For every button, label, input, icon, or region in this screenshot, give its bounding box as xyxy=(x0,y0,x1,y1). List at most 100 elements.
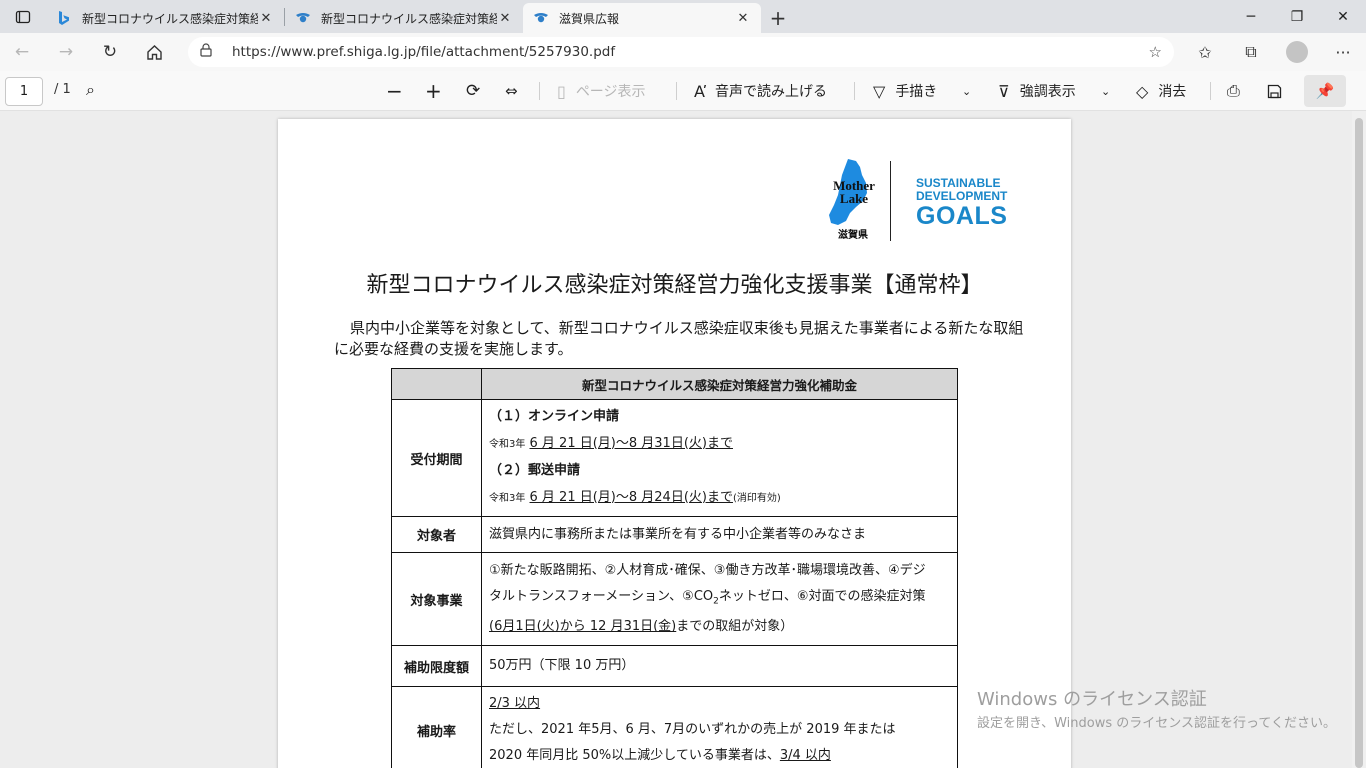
search-icon[interactable]: ⌕ xyxy=(86,80,95,100)
tab-actions-icon[interactable] xyxy=(0,0,46,33)
tab-1[interactable]: 新型コロナウイルス感染症対策経営 ✕ xyxy=(46,3,284,33)
pen-icon: ▽ xyxy=(873,81,886,101)
pdf-page: Mother Lake 滋賀県 SUSTAINABLE DEVELOPMENT … xyxy=(278,119,1071,768)
document-intro: 県内中小企業等を対象として、新型コロナウイルス感染症収束後も見据えた事業者による… xyxy=(334,319,1024,358)
forward-icon[interactable]: → xyxy=(44,33,88,71)
read-aloud-button[interactable]: A̕ 音声で読み上げる xyxy=(694,71,827,111)
bing-icon xyxy=(56,10,72,26)
rate-line1: 2/3 以内 xyxy=(489,696,541,711)
table-row: 補助限度額 50万円（下限 10 万円） xyxy=(391,645,958,687)
draw-options-chevron-icon[interactable]: ⌄ xyxy=(962,71,971,111)
fit-width-icon[interactable]: ⇔ xyxy=(505,71,518,111)
zoom-in-icon[interactable]: + xyxy=(425,71,442,111)
shiga-icon xyxy=(295,10,311,26)
scrollbar-thumb[interactable] xyxy=(1355,118,1363,768)
rate-line3a: 2020 年同月比 50%以上減少している事業者は、 xyxy=(489,748,780,763)
erase-button[interactable]: ◇ 消去 xyxy=(1136,71,1186,111)
add-favorite-icon[interactable]: ☆ xyxy=(1149,43,1162,61)
toolbar-divider xyxy=(854,82,855,100)
online-dates: 6 月 21 日(月)～8 月31日(火)まで xyxy=(529,435,733,451)
print-icon[interactable]: ⎙ xyxy=(1227,71,1240,111)
close-window-icon[interactable]: ✕ xyxy=(1320,0,1366,33)
table-header-title: 新型コロナウイルス感染症対策経営力強化補助金 xyxy=(481,368,958,400)
page-total: / 1 xyxy=(54,82,71,97)
tab-title: 新型コロナウイルス感染症対策経営 xyxy=(82,11,258,26)
back-icon[interactable]: ← xyxy=(0,33,44,71)
row-value-rate: 2/3 以内 ただし、2021 年5月、6 月、7月のいずれかの売上が 2019… xyxy=(481,686,958,768)
tab-title: 新型コロナウイルス感染症対策経営 xyxy=(321,11,497,26)
eraser-icon: ◇ xyxy=(1136,81,1149,101)
avatar[interactable] xyxy=(1286,41,1308,63)
page-number-input[interactable]: 1 xyxy=(5,77,43,106)
tab-bar: 新型コロナウイルス感染症対策経営 ✕ 新型コロナウイルス感染症対策経営 ✕ 滋賀… xyxy=(0,0,1366,33)
logo-pref-name: 滋賀県 xyxy=(838,230,868,241)
toolbar-divider xyxy=(1210,82,1211,100)
rate-line3b: 3/4 以内 xyxy=(779,748,831,763)
zoom-out-icon[interactable]: − xyxy=(386,71,403,111)
rate-line3: 2020 年同月比 50%以上減少している事業者は、3/4 以内 xyxy=(489,743,950,768)
row-value-project: ①新たな販路開拓、②人材育成･確保、③働き方改革･職場環境改善、④デジ タルトラ… xyxy=(481,552,958,646)
pdf-viewer[interactable]: Mother Lake 滋賀県 SUSTAINABLE DEVELOPMENT … xyxy=(0,111,1366,768)
logo-divider xyxy=(890,161,891,241)
highlight-button[interactable]: ⊽ 強調表示 xyxy=(998,71,1076,111)
row-label-target: 対象者 xyxy=(391,516,482,553)
mail-dates: 6 月 21 日(月)～8 月24日(火)まで xyxy=(529,489,733,505)
close-tab-icon[interactable]: ✕ xyxy=(258,10,274,26)
highlight-label: 強調表示 xyxy=(1019,84,1076,100)
close-tab-icon[interactable]: ✕ xyxy=(735,10,751,26)
url-text[interactable]: https://www.pref.shiga.lg.jp/file/attach… xyxy=(232,44,1149,60)
page-view-button[interactable]: ▯ ページ表示 xyxy=(557,71,646,111)
collections-icon[interactable]: ⧉ xyxy=(1228,33,1274,71)
table-row: 対象事業 ①新たな販路開拓、②人材育成･確保、③働き方改革･職場環境改善、④デジ… xyxy=(391,552,958,646)
toolbar-divider xyxy=(539,82,540,100)
save-icon[interactable] xyxy=(1267,71,1282,111)
windows-activation-watermark: Windows のライセンス認証 設定を開き、Windows のライセンス認証を… xyxy=(977,688,1336,731)
rotate-icon[interactable]: ⟳ xyxy=(466,71,480,111)
mother-lake-logo: Mother Lake 滋賀県 xyxy=(826,157,886,241)
restore-icon[interactable]: ❐ xyxy=(1274,0,1320,33)
favorites-icon[interactable]: ✩ xyxy=(1182,33,1228,71)
erase-label: 消去 xyxy=(1158,84,1187,100)
table-header-row: 新型コロナウイルス感染症対策経営力強化補助金 xyxy=(391,368,958,400)
new-tab-icon[interactable]: + xyxy=(761,3,795,33)
watermark-line1: Windows のライセンス認証 xyxy=(977,689,1207,710)
row-value-period: （１）オンライン申請 令和3年 6 月 21 日(月)～8 月31日(火)まで … xyxy=(481,399,958,517)
highlight-options-chevron-icon[interactable]: ⌄ xyxy=(1101,71,1110,111)
window-controls: ─ ❐ ✕ xyxy=(1228,0,1366,33)
row-label-project: 対象事業 xyxy=(391,552,482,646)
browser-toolbar-right: ✩ ⧉ ··· xyxy=(1182,33,1366,71)
draw-button[interactable]: ▽ 手描き xyxy=(873,71,937,111)
project-line2a: タルトランスフォーメーション、⑤CO xyxy=(489,588,714,604)
home-icon[interactable] xyxy=(132,33,176,71)
pin-toolbar-icon[interactable]: 📌 xyxy=(1304,75,1346,107)
rate-line2: ただし、2021 年5月、6 月、7月のいずれかの売上が 2019 年または xyxy=(489,722,896,737)
document-title: 新型コロナウイルス感染症対策経営力強化支援事業【通常枠】 xyxy=(366,273,983,298)
minimize-icon[interactable]: ─ xyxy=(1228,0,1274,33)
lock-icon[interactable] xyxy=(200,43,220,61)
refresh-icon[interactable]: ↻ xyxy=(88,33,132,71)
project-line3b: までの取組が対象） xyxy=(676,619,794,635)
more-menu-icon[interactable]: ··· xyxy=(1320,33,1366,71)
read-aloud-label: 音声で読み上げる xyxy=(714,84,827,100)
subsidy-table: 新型コロナウイルス感染症対策経営力強化補助金 受付期間 （１）オンライン申請 令… xyxy=(391,368,958,768)
online-title: （１）オンライン申請 xyxy=(489,409,620,424)
toolbar-divider xyxy=(676,82,677,100)
table-row: 対象者 滋賀県内に事務所または事業所を有する中小企業者等のみなさま xyxy=(391,516,958,553)
sdg-line3: GOALS xyxy=(916,202,1008,230)
sdg-logo: SUSTAINABLE DEVELOPMENT GOALS xyxy=(916,177,1008,230)
url-field[interactable]: https://www.pref.shiga.lg.jp/file/attach… xyxy=(188,37,1174,67)
row-label-period: 受付期間 xyxy=(391,399,482,517)
project-line3: (6月1日(火)から 12 月31日(金)までの取組が対象） xyxy=(489,614,950,640)
mail-note: (消印有効) xyxy=(732,492,781,504)
tab-3-active[interactable]: 滋賀県広報 ✕ xyxy=(523,3,761,33)
pdf-toolbar: 1 / 1 ⌕ − + ⟳ ⇔ ▯ ページ表示 A̕ 音声で読み上げる ▽ 手描… xyxy=(0,71,1366,111)
page-view-label: ページ表示 xyxy=(575,84,646,100)
mail-era: 令和3年 xyxy=(489,492,526,504)
close-tab-icon[interactable]: ✕ xyxy=(497,10,513,26)
table-header-empty xyxy=(391,368,482,400)
tab-2[interactable]: 新型コロナウイルス感染症対策経営 ✕ xyxy=(285,3,523,33)
tab-title: 滋賀県広報 xyxy=(559,11,620,26)
table-row: 補助率 2/3 以内 ただし、2021 年5月、6 月、7月のいずれかの売上が … xyxy=(391,686,958,768)
shiga-icon xyxy=(533,10,549,26)
page-view-icon: ▯ xyxy=(557,81,566,101)
